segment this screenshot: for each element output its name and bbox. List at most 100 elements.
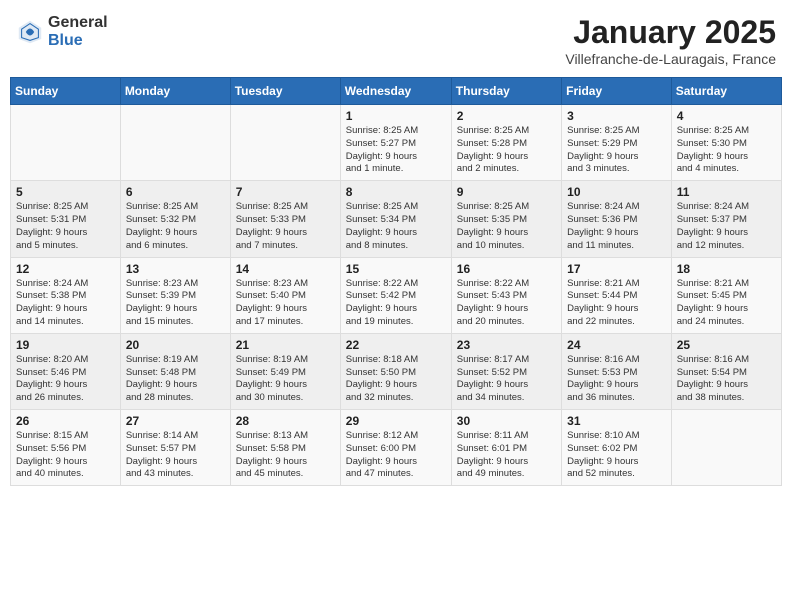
calendar-table: SundayMondayTuesdayWednesdayThursdayFrid… [10, 77, 782, 486]
calendar-header-friday: Friday [562, 78, 672, 105]
main-title: January 2025 [565, 14, 776, 51]
calendar-cell: 6Sunrise: 8:25 AM Sunset: 5:32 PM Daylig… [120, 181, 230, 257]
day-info: Sunrise: 8:19 AM Sunset: 5:49 PM Dayligh… [236, 354, 335, 405]
calendar-cell: 11Sunrise: 8:24 AM Sunset: 5:37 PM Dayli… [671, 181, 781, 257]
calendar-cell [11, 105, 121, 181]
day-number: 2 [457, 109, 556, 123]
day-info: Sunrise: 8:16 AM Sunset: 5:53 PM Dayligh… [567, 354, 666, 405]
day-number: 22 [346, 338, 446, 352]
calendar-cell: 21 Sunrise: 8:19 AM Sunset: 5:49 PM Dayli… [230, 333, 340, 409]
calendar-cell: 19Sunrise: 8:20 AM Sunset: 5:46 PM Dayli… [11, 333, 121, 409]
calendar-cell: 12 Sunrise: 8:24 AM Sunset: 5:38 PM Dayli… [11, 257, 121, 333]
day-info: Sunrise: 8:19 AM Sunset: 5:48 PM Dayligh… [126, 354, 225, 405]
calendar-cell: 9Sunrise: 8:25 AM Sunset: 5:35 PM Daylig… [451, 181, 561, 257]
calendar-cell: 7 Sunrise: 8:25 AM Sunset: 5:33 PM Daylig… [230, 181, 340, 257]
day-number: 29 [346, 414, 446, 428]
calendar-cell: 14Sunrise: 8:23 AM Sunset: 5:40 PM Dayli… [230, 257, 340, 333]
logo-blue-text: Blue [48, 32, 108, 50]
day-info: Sunrise: 8:14 AM Sunset: 5:57 PM Dayligh… [126, 430, 225, 481]
day-info: Sunrise: 8:25 AM Sunset: 5:27 PM Dayligh… [346, 125, 446, 176]
calendar-week-row: 26 Sunrise: 8:15 AM Sunset: 5:56 PM Dayli… [11, 410, 782, 486]
day-info: Sunrise: 8:16 AM Sunset: 5:54 PM Dayligh… [677, 354, 776, 405]
calendar-header-saturday: Saturday [671, 78, 781, 105]
day-number: 12 [16, 262, 115, 276]
day-info: Sunrise: 8:25 AM Sunset: 5:35 PM Dayligh… [457, 201, 556, 252]
day-number: 13 [126, 262, 225, 276]
day-number: 4 [677, 109, 776, 123]
page-header: General Blue January 2025 Villefranche-d… [10, 10, 782, 71]
day-number: 20 [126, 338, 225, 352]
day-info: Sunrise: 8:23 AM Sunset: 5:39 PM Dayligh… [126, 278, 225, 329]
day-number: 19 [16, 338, 115, 352]
logo-icon [16, 18, 44, 46]
day-number: 21 [236, 338, 335, 352]
day-number: 26 [16, 414, 115, 428]
calendar-cell: 20 Sunrise: 8:19 AM Sunset: 5:48 PM Dayli… [120, 333, 230, 409]
day-number: 31 [567, 414, 666, 428]
calendar-cell: 17 Sunrise: 8:21 AM Sunset: 5:44 PM Dayli… [562, 257, 672, 333]
calendar-cell: 4Sunrise: 8:25 AM Sunset: 5:30 PM Daylig… [671, 105, 781, 181]
calendar-cell: 27Sunrise: 8:14 AM Sunset: 5:57 PM Dayli… [120, 410, 230, 486]
day-info: Sunrise: 8:25 AM Sunset: 5:28 PM Dayligh… [457, 125, 556, 176]
day-number: 1 [346, 109, 446, 123]
logo-text: General Blue [48, 14, 108, 49]
day-info: Sunrise: 8:15 AM Sunset: 5:56 PM Dayligh… [16, 430, 115, 481]
calendar-cell: 29 Sunrise: 8:12 AM Sunset: 6:00 PM Dayli… [340, 410, 451, 486]
day-info: Sunrise: 8:13 AM Sunset: 5:58 PM Dayligh… [236, 430, 335, 481]
day-number: 18 [677, 262, 776, 276]
calendar-cell: 3 Sunrise: 8:25 AM Sunset: 5:29 PM Daylig… [562, 105, 672, 181]
day-number: 10 [567, 185, 666, 199]
day-number: 17 [567, 262, 666, 276]
day-info: Sunrise: 8:21 AM Sunset: 5:44 PM Dayligh… [567, 278, 666, 329]
day-info: Sunrise: 8:17 AM Sunset: 5:52 PM Dayligh… [457, 354, 556, 405]
calendar-cell [671, 410, 781, 486]
day-info: Sunrise: 8:25 AM Sunset: 5:31 PM Dayligh… [16, 201, 115, 252]
calendar-header-tuesday: Tuesday [230, 78, 340, 105]
day-number: 7 [236, 185, 335, 199]
day-info: Sunrise: 8:24 AM Sunset: 5:38 PM Dayligh… [16, 278, 115, 329]
calendar-cell: 24Sunrise: 8:16 AM Sunset: 5:53 PM Dayli… [562, 333, 672, 409]
calendar-header-monday: Monday [120, 78, 230, 105]
day-number: 25 [677, 338, 776, 352]
day-info: Sunrise: 8:11 AM Sunset: 6:01 PM Dayligh… [457, 430, 556, 481]
day-number: 11 [677, 185, 776, 199]
day-info: Sunrise: 8:22 AM Sunset: 5:42 PM Dayligh… [346, 278, 446, 329]
day-number: 28 [236, 414, 335, 428]
calendar-header-wednesday: Wednesday [340, 78, 451, 105]
day-info: Sunrise: 8:18 AM Sunset: 5:50 PM Dayligh… [346, 354, 446, 405]
day-info: Sunrise: 8:21 AM Sunset: 5:45 PM Dayligh… [677, 278, 776, 329]
calendar-cell: 22 Sunrise: 8:18 AM Sunset: 5:50 PM Dayli… [340, 333, 451, 409]
calendar-cell: 13 Sunrise: 8:23 AM Sunset: 5:39 PM Dayli… [120, 257, 230, 333]
calendar-cell: 5 Sunrise: 8:25 AM Sunset: 5:31 PM Daylig… [11, 181, 121, 257]
calendar-week-row: 5 Sunrise: 8:25 AM Sunset: 5:31 PM Daylig… [11, 181, 782, 257]
day-info: Sunrise: 8:25 AM Sunset: 5:32 PM Dayligh… [126, 201, 225, 252]
calendar-cell: 26 Sunrise: 8:15 AM Sunset: 5:56 PM Dayli… [11, 410, 121, 486]
day-info: Sunrise: 8:25 AM Sunset: 5:29 PM Dayligh… [567, 125, 666, 176]
day-info: Sunrise: 8:10 AM Sunset: 6:02 PM Dayligh… [567, 430, 666, 481]
calendar-cell: 25 Sunrise: 8:16 AM Sunset: 5:54 PM Dayli… [671, 333, 781, 409]
calendar-cell: 15 Sunrise: 8:22 AM Sunset: 5:42 PM Dayli… [340, 257, 451, 333]
day-info: Sunrise: 8:12 AM Sunset: 6:00 PM Dayligh… [346, 430, 446, 481]
day-number: 15 [346, 262, 446, 276]
day-number: 16 [457, 262, 556, 276]
calendar-cell: 16 Sunrise: 8:22 AM Sunset: 5:43 PM Dayli… [451, 257, 561, 333]
calendar-cell: 1 Sunrise: 8:25 AM Sunset: 5:27 PM Daylig… [340, 105, 451, 181]
day-info: Sunrise: 8:23 AM Sunset: 5:40 PM Dayligh… [236, 278, 335, 329]
calendar-cell: 18 Sunrise: 8:21 AM Sunset: 5:45 PM Dayli… [671, 257, 781, 333]
day-info: Sunrise: 8:22 AM Sunset: 5:43 PM Dayligh… [457, 278, 556, 329]
day-info: Sunrise: 8:25 AM Sunset: 5:34 PM Dayligh… [346, 201, 446, 252]
calendar-week-row: 19Sunrise: 8:20 AM Sunset: 5:46 PM Dayli… [11, 333, 782, 409]
calendar-cell [230, 105, 340, 181]
day-info: Sunrise: 8:25 AM Sunset: 5:33 PM Dayligh… [236, 201, 335, 252]
day-number: 5 [16, 185, 115, 199]
logo-general-text: General [48, 14, 108, 32]
calendar-cell: 10 Sunrise: 8:24 AM Sunset: 5:36 PM Dayli… [562, 181, 672, 257]
day-number: 3 [567, 109, 666, 123]
calendar-header-row: SundayMondayTuesdayWednesdayThursdayFrid… [11, 78, 782, 105]
logo: General Blue [16, 14, 108, 49]
calendar-cell: 28 Sunrise: 8:13 AM Sunset: 5:58 PM Dayli… [230, 410, 340, 486]
calendar-cell: 2 Sunrise: 8:25 AM Sunset: 5:28 PM Daylig… [451, 105, 561, 181]
title-block: January 2025 Villefranche-de-Lauragais, … [565, 14, 776, 67]
calendar-week-row: 12 Sunrise: 8:24 AM Sunset: 5:38 PM Dayli… [11, 257, 782, 333]
day-info: Sunrise: 8:24 AM Sunset: 5:36 PM Dayligh… [567, 201, 666, 252]
